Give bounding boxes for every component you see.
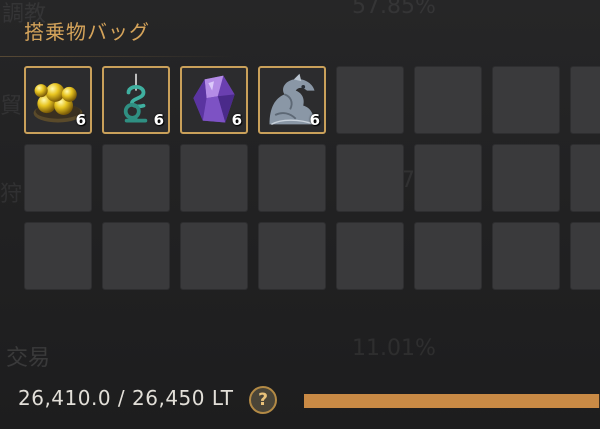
inventory-slot-empty[interactable] [102, 222, 170, 290]
inventory-slot-empty[interactable] [414, 66, 482, 134]
inventory-slot-empty[interactable] [336, 222, 404, 290]
inventory-slot-empty[interactable] [258, 222, 326, 290]
inventory-slot-empty[interactable] [258, 144, 326, 212]
inventory-slot-empty[interactable] [180, 144, 248, 212]
inventory-slot-empty[interactable] [492, 222, 560, 290]
item-count: 6 [153, 111, 164, 129]
ghost-text: 貿 [0, 94, 23, 119]
ghost-text: 57.85% [352, 0, 436, 19]
item-count: 6 [75, 111, 86, 129]
inventory-slot-empty[interactable] [336, 144, 404, 212]
inventory-slot-empty[interactable] [570, 144, 600, 212]
inventory-slot[interactable]: 6 [180, 66, 248, 134]
weight-footer: 26,410.0 / 26,450 LT ? [0, 366, 600, 429]
ghost-text: 11.01% [352, 336, 436, 361]
ghost-text: 狩 [0, 182, 23, 207]
inventory-slot-empty[interactable] [414, 222, 482, 290]
weight-readout: 26,410.0 / 26,450 LT [18, 386, 234, 410]
item-count: 6 [231, 111, 242, 129]
inventory-slot-empty[interactable] [24, 144, 92, 212]
item-count: 6 [309, 111, 320, 129]
window-title: 搭乗物バッグ [24, 20, 150, 44]
inventory-slot-empty[interactable] [570, 66, 600, 134]
weight-bar [304, 394, 600, 408]
title-divider [0, 56, 235, 57]
inventory-slot-empty[interactable] [336, 66, 404, 134]
inventory-slot-empty[interactable] [492, 66, 560, 134]
inventory-slot-empty[interactable] [570, 222, 600, 290]
mount-bag-window: 57.85% 22.97% 11.01% 調教 貿 狩 交易 搭乗物バッグ [0, 0, 600, 429]
inventory-slot-empty[interactable] [180, 222, 248, 290]
inventory-slot[interactable]: 6 [102, 66, 170, 134]
inventory-slot-empty[interactable] [102, 144, 170, 212]
inventory-slot[interactable]: 6 [258, 66, 326, 134]
help-button[interactable]: ? [249, 386, 277, 414]
inventory-slot-empty[interactable] [24, 222, 92, 290]
inventory-slot-empty[interactable] [492, 144, 560, 212]
weight-bar-fill [304, 394, 600, 408]
inventory-slot[interactable]: 6 [24, 66, 92, 134]
inventory-slot-empty[interactable] [414, 144, 482, 212]
